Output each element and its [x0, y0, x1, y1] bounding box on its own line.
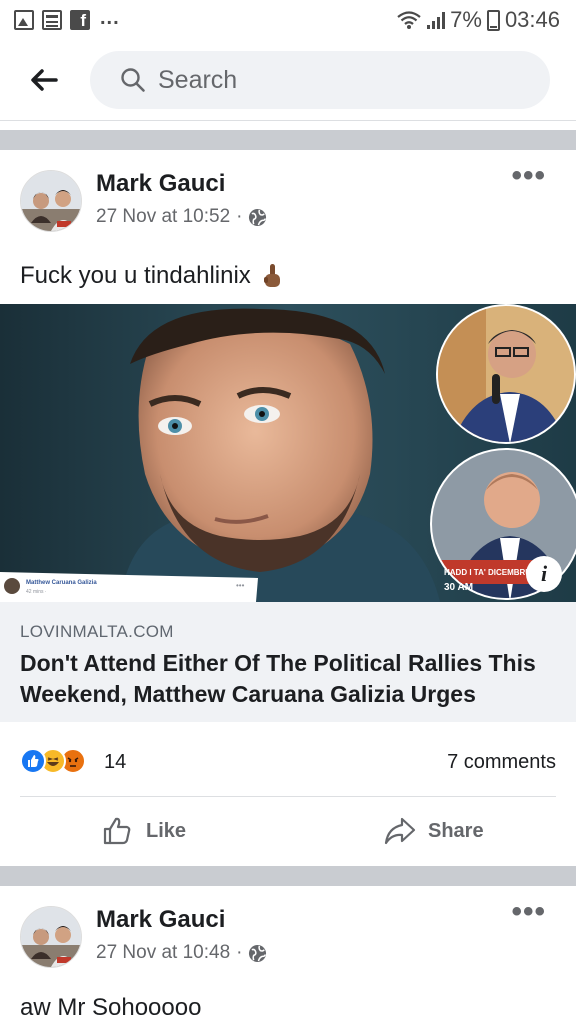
share-button[interactable]: Share [384, 796, 484, 866]
post-meta: 27 Nov at 10:52 · [96, 206, 267, 228]
feed-separator [0, 866, 576, 886]
post-options-button[interactable]: ••• [511, 897, 546, 927]
svg-text:30 AM: 30 AM [444, 582, 473, 593]
link-title: Don't Attend Either Of The Political Ral… [20, 650, 536, 707]
avatar[interactable] [20, 906, 82, 968]
facebook-notification-icon: f [70, 9, 90, 30]
link-preview-image[interactable]: HADD I TA' DICEMBRU 30 AM Matthew Caruan… [0, 304, 576, 602]
feed-separator [0, 130, 576, 150]
reactions-bar: 14 7 comments [0, 726, 576, 796]
news-notification-icon [42, 9, 62, 30]
link-preview-info[interactable]: LOVINMALTA.COM Don't Attend Either Of Th… [0, 602, 576, 722]
globe-icon [249, 944, 267, 962]
meta-separator: · [236, 942, 243, 963]
post-text: Fuck you u tindahlinix [20, 262, 283, 290]
thumbs-up-icon [103, 817, 131, 845]
feed-post: Mark Gauci 27 Nov at 10:52 · ••• Fuck yo… [0, 150, 576, 866]
post-author[interactable]: Mark Gauci [96, 170, 225, 198]
globe-icon [249, 208, 267, 226]
svg-text:Matthew Caruana Galizia: Matthew Caruana Galizia [26, 580, 97, 586]
avatar-photo [21, 907, 81, 967]
reaction-count[interactable]: 14 [104, 751, 126, 774]
post-message: Fuck you u tindahlinix [20, 262, 251, 289]
post-actions: Like Share [0, 796, 576, 866]
post-message: aw Mr Sohooooo [20, 994, 202, 1021]
avatar[interactable] [20, 170, 82, 232]
gallery-notification-icon [14, 9, 34, 30]
search-icon [121, 68, 145, 92]
wifi-icon [397, 11, 421, 29]
middle-finger-emoji-icon [263, 264, 280, 287]
search-placeholder: Search [158, 65, 238, 94]
post-timestamp[interactable]: 27 Nov at 10:48 [96, 942, 230, 964]
meta-separator: · [236, 206, 243, 227]
comment-count[interactable]: 7 comments [447, 751, 556, 774]
more-notifications-indicator: ... [100, 7, 120, 29]
post-author[interactable]: Mark Gauci [96, 906, 225, 934]
search-input[interactable]: Search [90, 51, 550, 109]
post-meta: 27 Nov at 10:48 · [96, 942, 267, 964]
clock: 03:46 [504, 7, 560, 32]
system-status: 7% 03:46 [396, 7, 560, 33]
back-button[interactable] [24, 60, 64, 100]
battery-percent: 7% [450, 7, 482, 32]
svg-text:HADD I TA' DICEMBRU: HADD I TA' DICEMBRU [444, 568, 531, 577]
post-text: aw Mr Sohooooo [20, 994, 201, 1022]
post-timestamp[interactable]: 27 Nov at 10:52 [96, 206, 230, 228]
share-label: Share [428, 819, 484, 842]
article-photo: HADD I TA' DICEMBRU 30 AM Matthew Caruan… [0, 304, 576, 602]
like-button[interactable]: Like [102, 796, 186, 866]
signal-icon [427, 11, 446, 29]
like-reaction-icon [20, 748, 46, 774]
info-button[interactable]: i [526, 556, 562, 592]
status-bar: f ... 7% 03:46 [0, 0, 576, 40]
svg-text:•••: ••• [236, 581, 245, 590]
link-domain: LOVINMALTA.COM [20, 622, 174, 641]
like-label: Like [146, 819, 187, 842]
back-arrow-icon [31, 69, 58, 91]
search-header: Search [0, 40, 576, 120]
share-arrow-icon [384, 817, 416, 845]
battery-icon [486, 9, 500, 31]
header-divider [0, 120, 576, 121]
svg-text:42 mins ·: 42 mins · [26, 589, 47, 595]
avatar-photo [21, 171, 81, 231]
reaction-icons[interactable] [20, 748, 86, 774]
post-options-button[interactable]: ••• [511, 161, 546, 191]
notification-icons: f ... [14, 7, 120, 30]
feed-post: Mark Gauci 27 Nov at 10:48 · ••• aw Mr S… [0, 886, 576, 1024]
